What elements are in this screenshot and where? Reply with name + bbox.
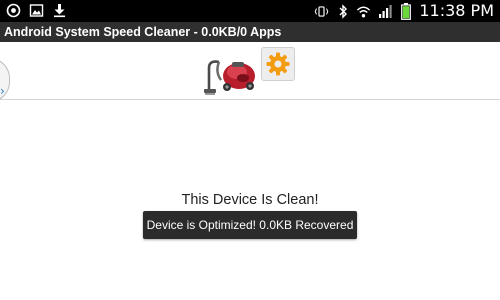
vacuum-cleaner-icon — [204, 60, 255, 95]
image-icon — [29, 3, 44, 18]
status-bar: 11:38 PM — [0, 0, 500, 22]
vibrate-icon — [314, 4, 329, 19]
settings-button[interactable] — [261, 47, 295, 81]
signal-icon — [377, 4, 392, 19]
wifi-icon — [356, 4, 371, 19]
status-message: This Device Is Clean! — [181, 192, 319, 208]
notification-icons — [6, 3, 67, 18]
app-title: Android System Speed Cleaner - 0.0KB/0 A… — [0, 22, 500, 42]
optimized-toast: Device is Optimized! 0.0KB Recovered — [143, 211, 357, 239]
action-toolbar: › — [0, 42, 500, 102]
clean-button[interactable] — [203, 50, 259, 96]
alarm-icon — [6, 3, 21, 18]
download-icon — [52, 3, 67, 18]
chevron-right-icon[interactable]: › — [0, 85, 8, 97]
bluetooth-icon — [335, 3, 350, 19]
status-time: 11:38 PM — [419, 1, 494, 20]
gear-icon — [266, 52, 290, 76]
system-icons: 11:38 PM — [314, 2, 494, 20]
battery-icon — [398, 2, 413, 20]
